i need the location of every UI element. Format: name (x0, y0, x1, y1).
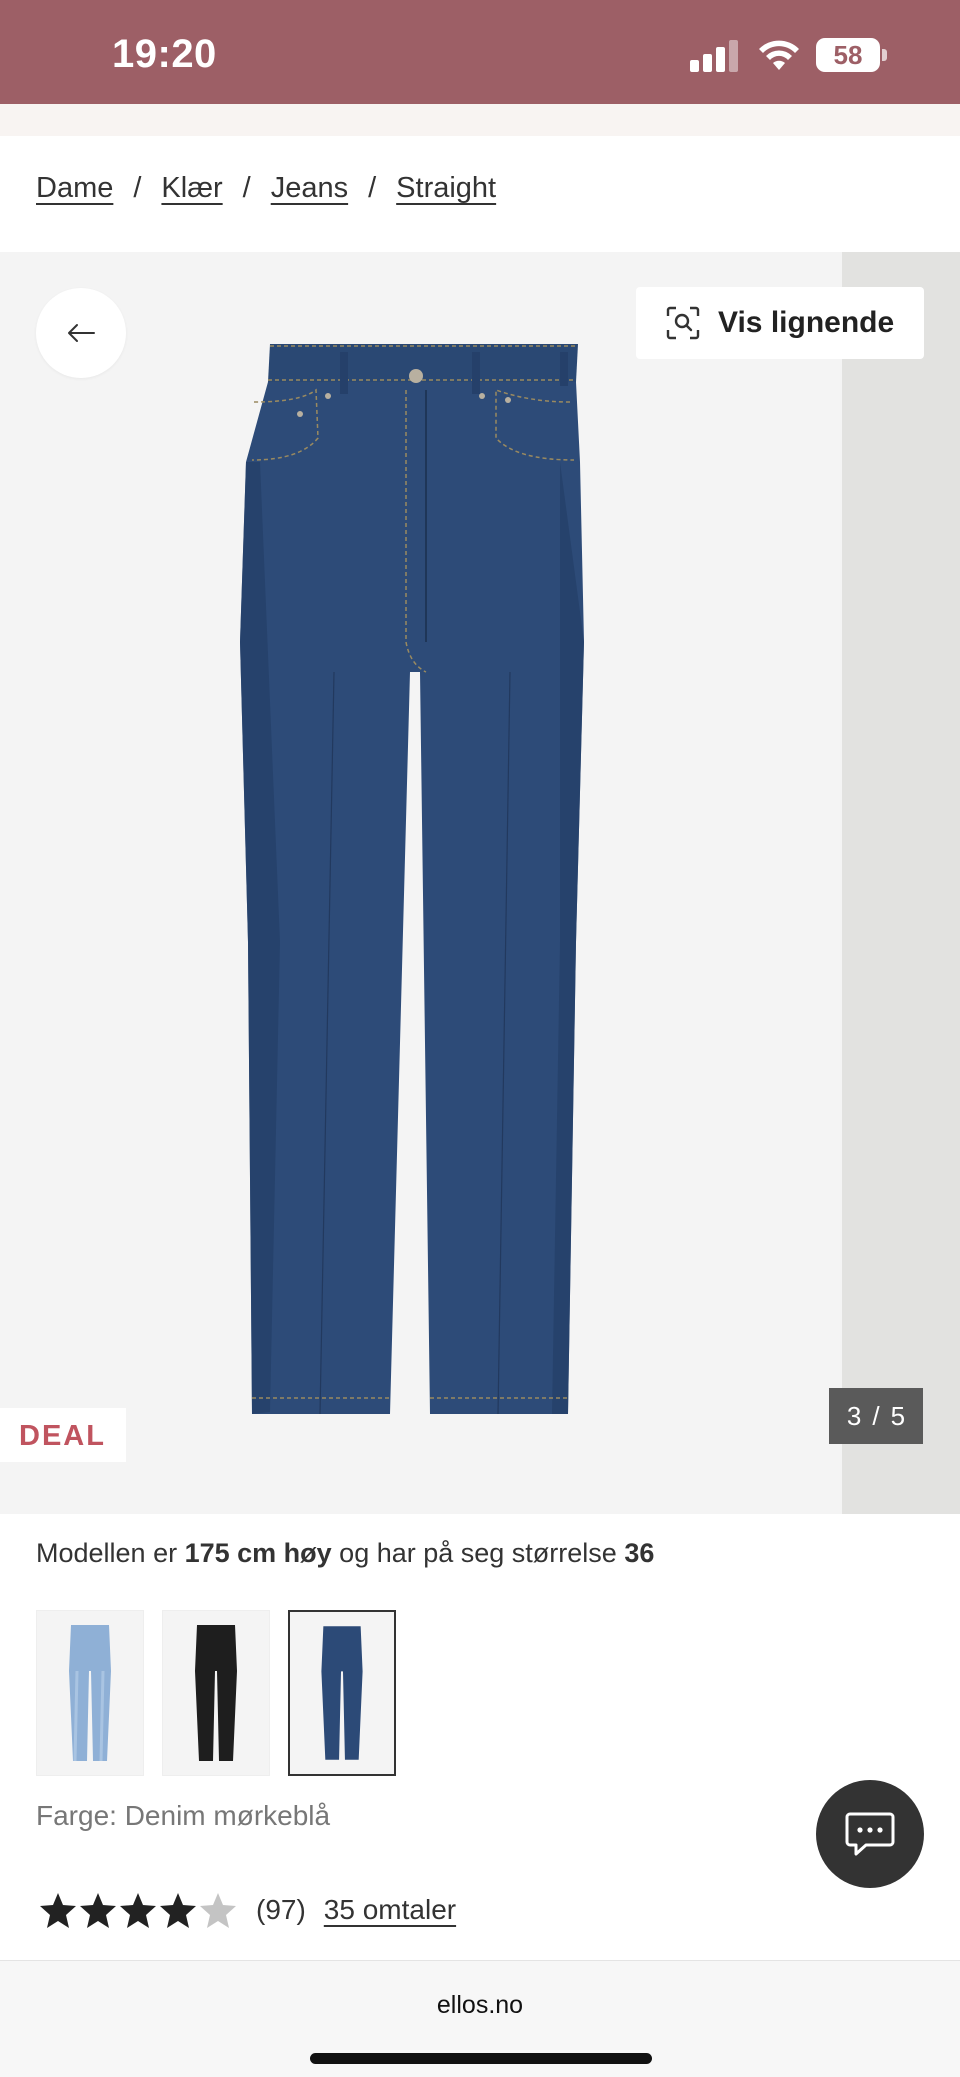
status-time: 19:20 (112, 32, 217, 76)
pager-separator: / (872, 1400, 880, 1431)
breadcrumb-separator: / (242, 172, 251, 204)
color-swatch-denim-dark-blue[interactable] (288, 1610, 396, 1776)
arrow-left-icon (68, 324, 95, 342)
light-blue-jeans-thumbnail (69, 1625, 111, 1762)
star-filled-icon (80, 1893, 116, 1928)
visual-search-icon (666, 306, 700, 340)
model-info-prefix: Modellen er (36, 1538, 185, 1568)
color-swatches (36, 1610, 414, 1776)
similar-products-label: Vis lignende (718, 306, 895, 339)
breadcrumb-link-dame[interactable]: Dame (36, 172, 113, 205)
status-bar: 19:20 58 (0, 0, 960, 104)
star-filled-icon (40, 1893, 76, 1928)
wifi-icon (759, 40, 799, 70)
product-image-gallery[interactable]: Vis lignende DEAL 3 / 5 (0, 252, 960, 1514)
similar-products-button[interactable]: Vis lignende (636, 287, 924, 359)
back-button[interactable] (36, 288, 126, 378)
deal-badge: DEAL (0, 1408, 126, 1462)
breadcrumb-link-jeans[interactable]: Jeans (271, 172, 348, 205)
selected-color-label: Farge: Denim mørkeblå (36, 1800, 331, 1831)
cellular-signal-icon (690, 40, 740, 72)
product-image (240, 344, 584, 1415)
star-filled-icon (120, 1893, 156, 1928)
model-height: 175 cm høy (184, 1538, 332, 1568)
next-image-peek[interactable] (842, 252, 960, 1514)
breadcrumb: Dame / Klær / Jeans / Straight (36, 172, 496, 205)
home-indicator[interactable] (310, 2053, 652, 2064)
color-swatch-black[interactable] (162, 1610, 270, 1776)
star-filled-icon (160, 1893, 196, 1928)
product-rating: (97) 35 omtaler (38, 1890, 456, 1930)
pager-current: 3 (846, 1400, 862, 1431)
model-size: 36 (624, 1538, 655, 1568)
dark-denim-jeans-thumbnail (321, 1626, 363, 1760)
color-swatch-light-blue[interactable] (36, 1610, 144, 1776)
breadcrumb-separator: / (368, 172, 377, 204)
chat-bubble-icon (845, 1812, 895, 1856)
breadcrumb-link-straight[interactable]: Straight (396, 172, 496, 205)
deal-badge-label: DEAL (19, 1420, 106, 1452)
reviews-link[interactable]: 35 omtaler (324, 1894, 456, 1926)
browser-address-bar[interactable]: ellos.no (0, 1960, 960, 2077)
star-empty-icon (200, 1893, 236, 1928)
image-pager: 3 / 5 (829, 1388, 923, 1444)
chat-button[interactable] (816, 1780, 924, 1888)
pager-total: 5 (890, 1400, 906, 1431)
model-info-middle: og har på seg størrelse (331, 1538, 625, 1568)
model-info: Modellen er 175 cm høy og har på seg stø… (36, 1538, 654, 1569)
url-text: ellos.no (436, 1991, 524, 2019)
breadcrumb-separator: / (133, 172, 142, 204)
rating-count: (97) (256, 1894, 306, 1925)
header-strip (0, 104, 960, 136)
black-jeans-thumbnail (195, 1625, 237, 1761)
rating-stars (38, 1890, 238, 1930)
battery-icon: 58 (816, 38, 887, 72)
breadcrumb-link-klaer[interactable]: Klær (161, 172, 222, 205)
battery-level: 58 (833, 40, 863, 70)
